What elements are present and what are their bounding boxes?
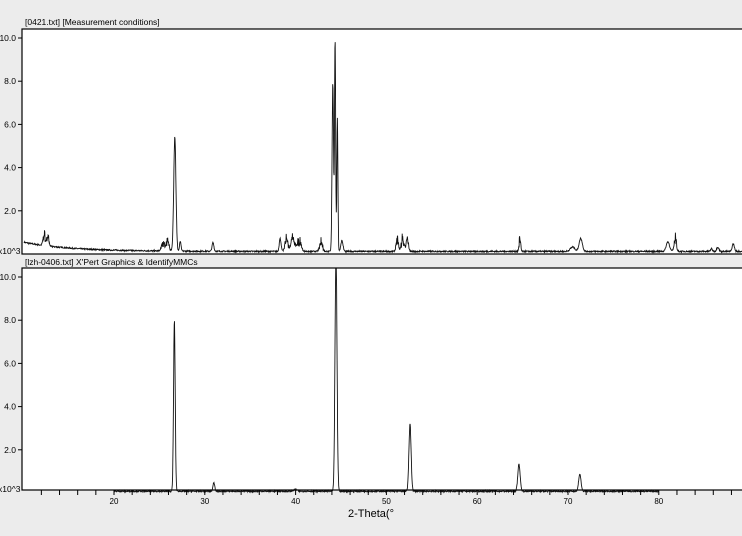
x-tick-label: 40 [291,497,300,506]
y-tick-label: 10.0 [0,272,16,282]
bottom-plot-area [21,267,742,491]
bottom-y-unit: x10^3 [0,484,21,494]
x-tick-label: 60 [473,497,482,506]
x-axis-label: 2-Theta(° [348,508,394,520]
top-plot-area [21,28,742,255]
bottom-panel-title: [lzh-0406.txt] X'Pert Graphics & Identif… [25,257,198,267]
bottom-panel: [lzh-0406.txt] X'Pert Graphics & Identif… [0,257,742,494]
x-tick-label: 50 [382,497,391,506]
x-tick-label: 80 [654,497,663,506]
y-tick-label: 2.0 [4,445,16,455]
y-tick-label: 4.0 [4,402,16,412]
y-tick-label: 6.0 [4,119,16,129]
y-tick-label: 8.0 [4,76,16,86]
y-tick-label: 2.0 [4,206,16,216]
x-tick-label: 20 [110,497,119,506]
top-panel-title: [0421.txt] [Measurement conditions] [25,17,160,27]
top-y-unit: x10^3 [0,246,21,256]
x-tick-label: 30 [200,497,209,506]
xrd-chart: [0421.txt] [Measurement conditions] 2.0 4… [0,0,742,531]
top-panel: [0421.txt] [Measurement conditions] 2.0 4… [0,17,742,256]
y-tick-label: 10.0 [0,33,16,43]
x-tick-label: 70 [564,497,573,506]
y-tick-label: 4.0 [4,163,16,173]
y-tick-label: 6.0 [4,358,16,368]
y-tick-label: 8.0 [4,315,16,325]
